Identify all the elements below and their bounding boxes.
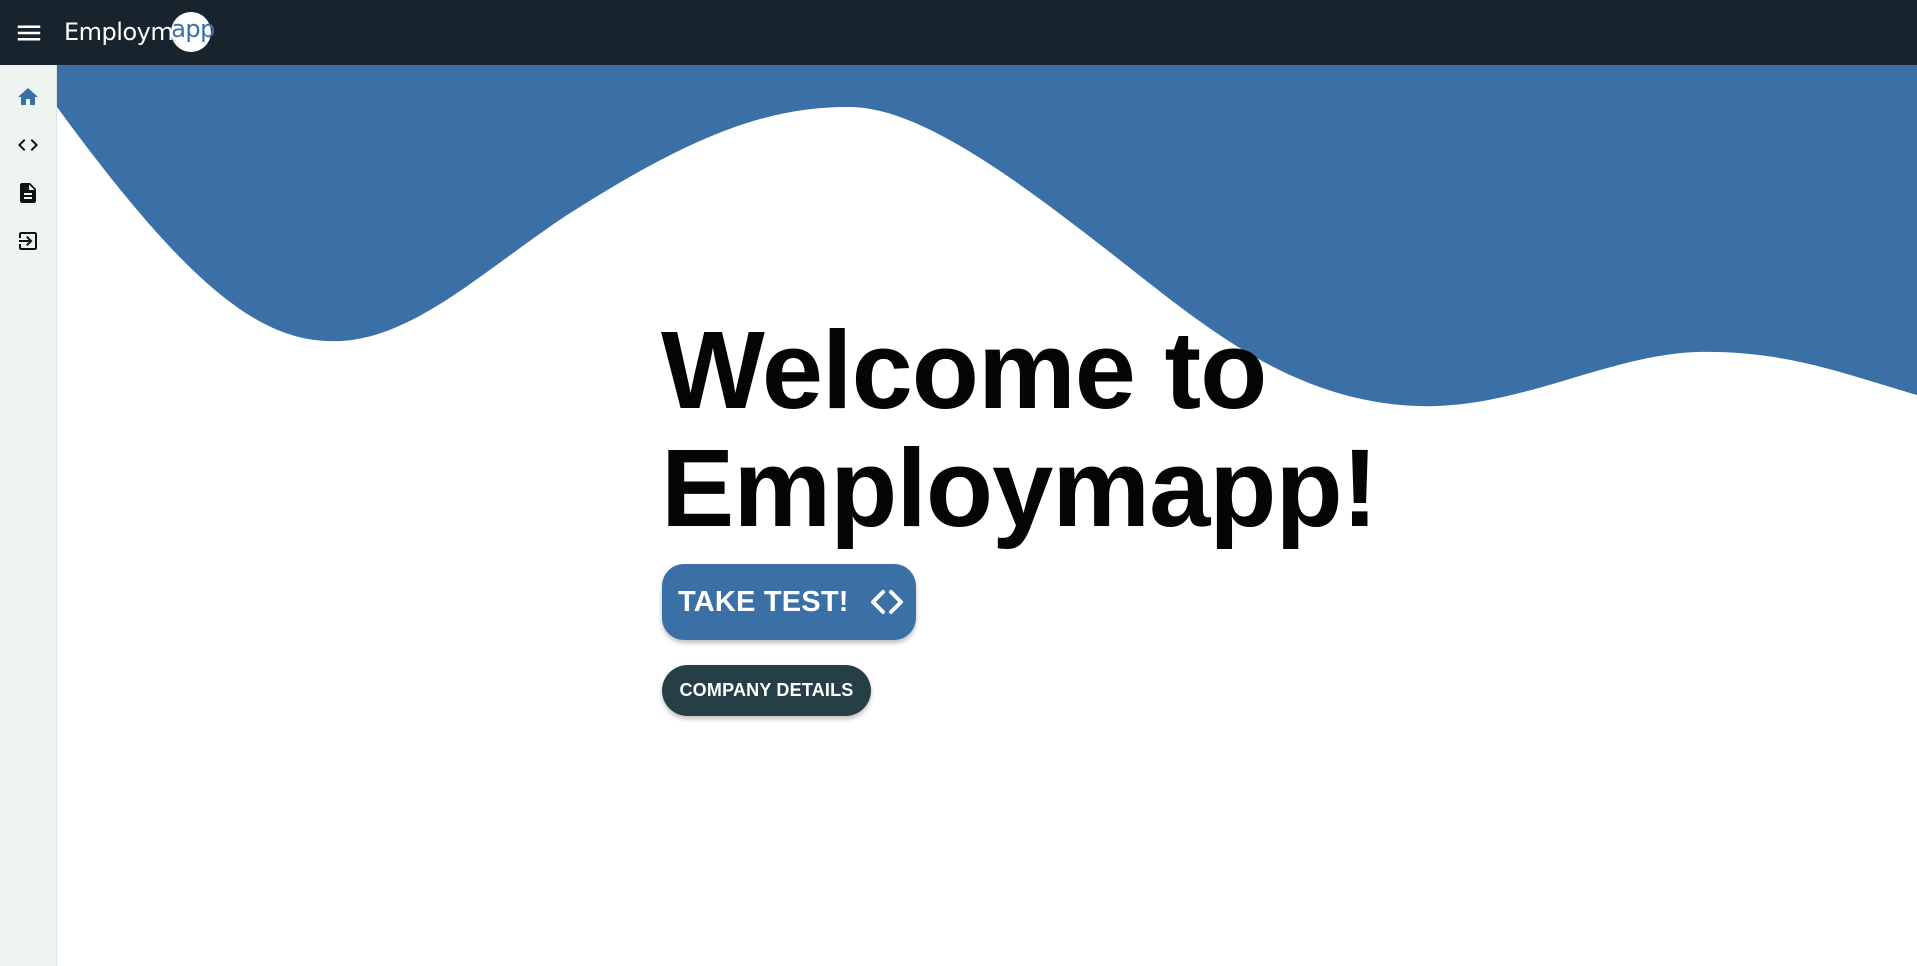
welcome-line-2: Employmapp! bbox=[661, 427, 1378, 550]
exit-icon bbox=[19, 232, 37, 250]
main-content: Welcome to Employmapp! TAKE TEST! COMPAN… bbox=[57, 65, 1917, 966]
take-test-button[interactable]: TAKE TEST! bbox=[662, 564, 916, 640]
sidebar bbox=[0, 65, 57, 966]
sidebar-item-home[interactable] bbox=[14, 83, 42, 111]
document-icon bbox=[20, 183, 36, 203]
logo-text-prefix: Employm bbox=[64, 18, 174, 46]
welcome-headline: Welcome to Employmapp! bbox=[661, 309, 1378, 550]
top-app-bar: Employm app bbox=[0, 0, 1917, 65]
hamburger-menu-icon bbox=[17, 25, 41, 41]
app-logo[interactable]: Employm app bbox=[64, 10, 215, 54]
sidebar-item-test[interactable] bbox=[14, 131, 42, 159]
logo-text-suffix: app bbox=[171, 15, 215, 43]
company-details-label: COMPANY DETAILS bbox=[679, 680, 854, 700]
logo-circle: app bbox=[171, 12, 215, 52]
welcome-line-1: Welcome to bbox=[661, 309, 1267, 432]
menu-button[interactable] bbox=[14, 18, 44, 48]
sidebar-item-documents[interactable] bbox=[14, 179, 42, 207]
home-icon bbox=[18, 88, 38, 105]
take-test-label: TAKE TEST! bbox=[678, 585, 849, 618]
code-icon bbox=[18, 139, 38, 151]
company-details-button[interactable]: COMPANY DETAILS bbox=[662, 665, 871, 716]
code-icon bbox=[870, 590, 903, 614]
sidebar-item-logout[interactable] bbox=[14, 227, 42, 255]
